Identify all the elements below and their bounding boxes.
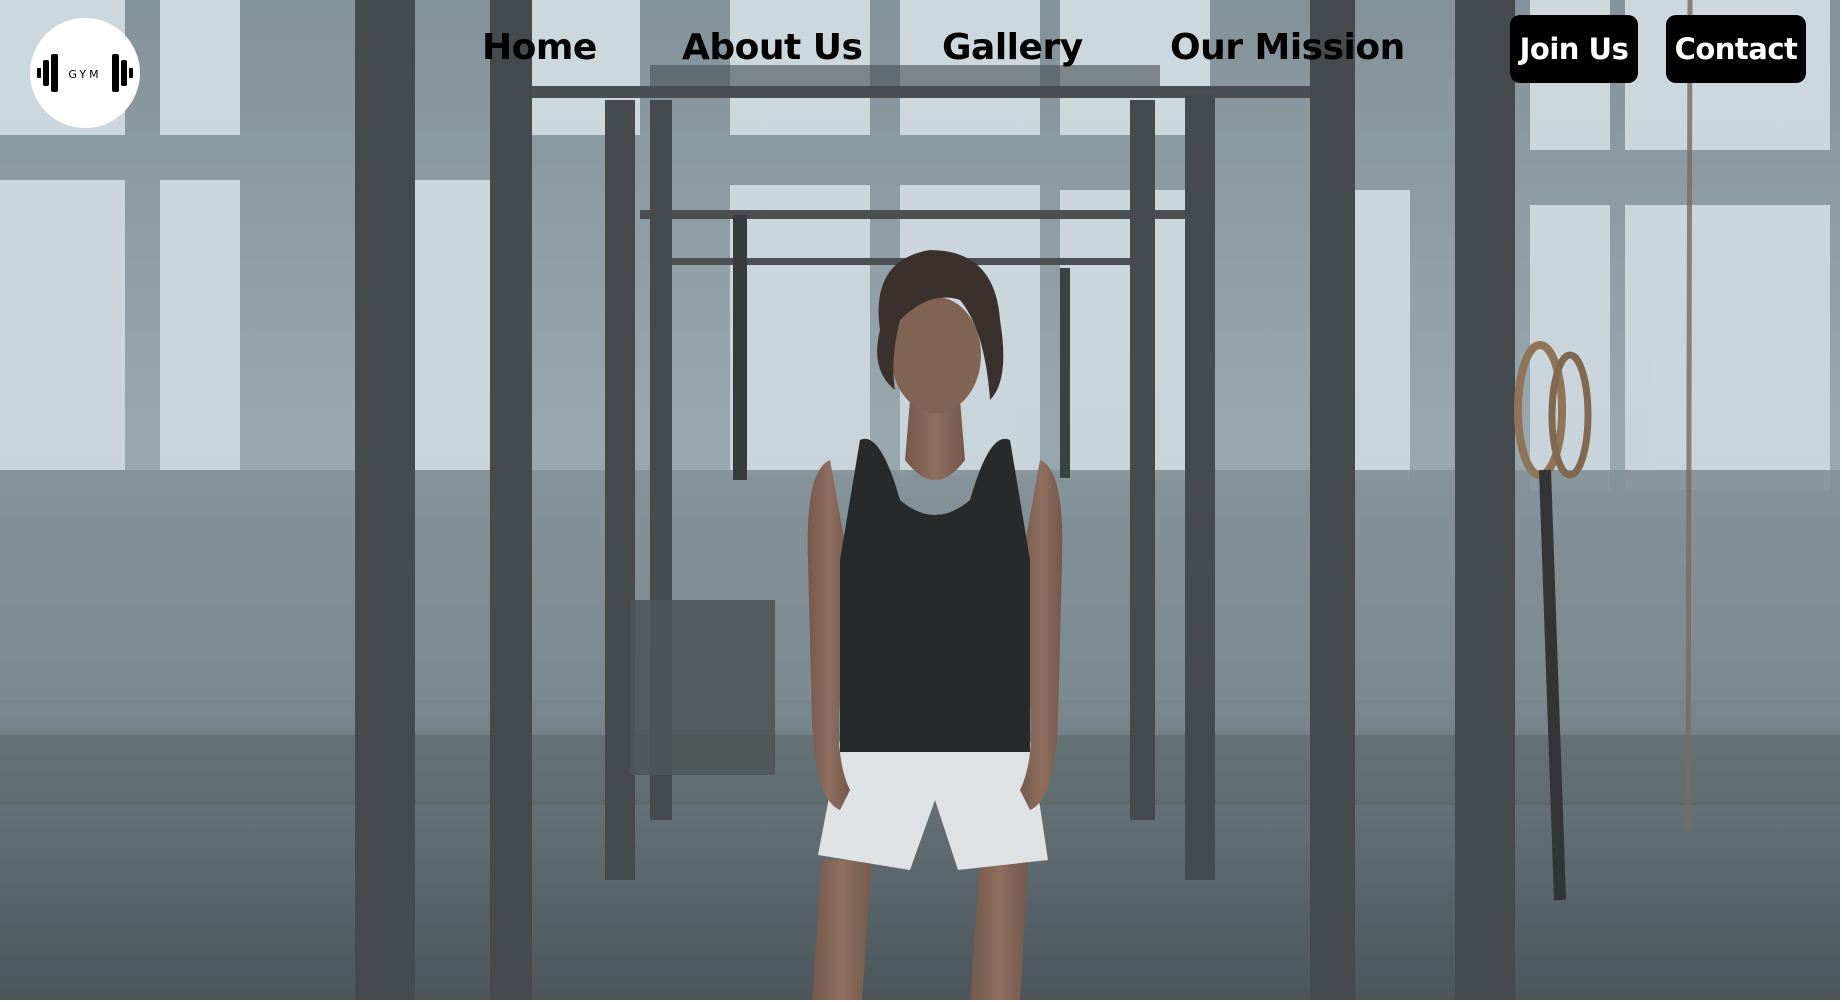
nav-about-us-link[interactable]: About Us (682, 22, 863, 74)
gym-logo[interactable]: GYM (30, 18, 140, 128)
hero-background-image: GYM Home About Us Gallery Our Mission Jo… (0, 0, 1842, 1002)
join-us-button[interactable]: Join Us (1510, 15, 1638, 83)
gym-scene-illustration (0, 0, 1842, 1002)
nav-home-link[interactable]: Home (482, 22, 597, 74)
nav-our-mission-link[interactable]: Our Mission (1170, 22, 1405, 74)
dumbbell-icon: GYM (37, 54, 133, 92)
nav-gallery-link[interactable]: Gallery (942, 22, 1083, 74)
logo-text: GYM (68, 68, 101, 81)
contact-button[interactable]: Contact (1666, 15, 1806, 83)
